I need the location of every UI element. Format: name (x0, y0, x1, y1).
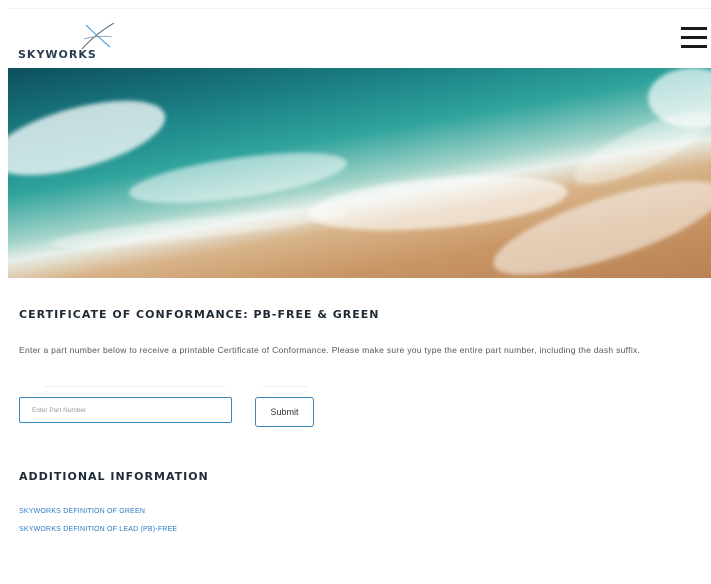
submit-button[interactable]: Submit (255, 397, 314, 427)
divider (263, 386, 308, 387)
menu-bar (681, 36, 707, 39)
menu-bar (681, 27, 707, 30)
site-header: SKYWORKS (8, 8, 711, 69)
definition-green-link[interactable]: SKYWORKS DEFINITION OF GREEN (19, 508, 145, 515)
divider (45, 386, 225, 387)
wave-foam (126, 142, 350, 214)
page-title: CERTIFICATE OF CONFORMANCE: PB-FREE & GR… (19, 308, 380, 321)
hero-banner-image (8, 68, 711, 278)
wave-foam (47, 202, 349, 254)
skyworks-x-icon (81, 22, 115, 50)
hamburger-menu-icon[interactable] (681, 27, 707, 51)
page-description: Enter a part number below to receive a p… (19, 345, 641, 355)
definition-lead-free-link[interactable]: SKYWORKS DEFINITION OF LEAD (PB)-FREE (19, 526, 177, 533)
additional-info-heading: ADDITIONAL INFORMATION (19, 470, 209, 483)
wave-foam (8, 85, 173, 191)
menu-bar (681, 45, 707, 48)
skyworks-logo[interactable]: SKYWORKS (18, 21, 118, 65)
part-number-input[interactable] (19, 397, 232, 423)
